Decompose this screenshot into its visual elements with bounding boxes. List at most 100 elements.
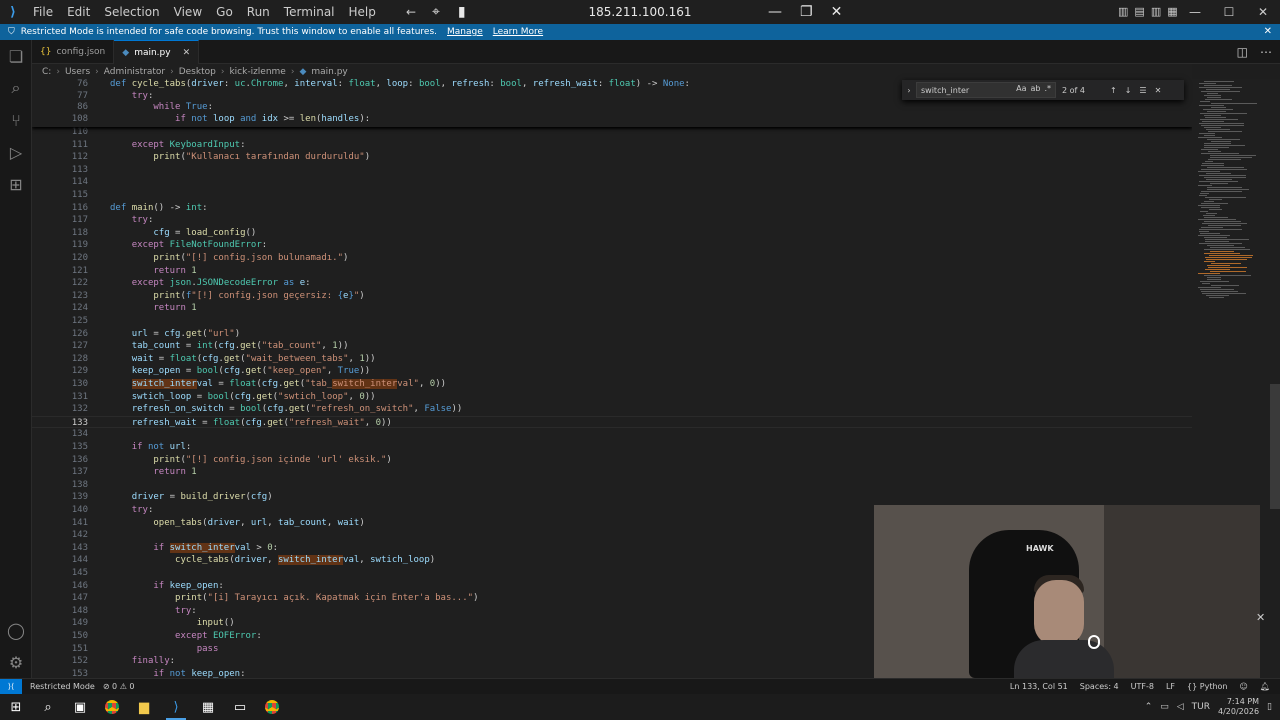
terminal-icon[interactable]: ▭ <box>224 694 256 720</box>
match-case-icon[interactable]: Aa <box>1016 84 1026 93</box>
toggle-panel-icon[interactable]: ▤ <box>1134 0 1144 24</box>
menu-run[interactable]: Run <box>240 0 277 24</box>
customize-layout-icon[interactable]: ▦ <box>1167 0 1177 24</box>
toggle-primary-sidebar-icon[interactable]: ▥ <box>1118 0 1128 24</box>
code-line[interactable]: 139 driver = build_driver(cfg) <box>32 491 1192 504</box>
explorer-icon[interactable]: ❏ <box>0 40 32 72</box>
close-find-icon[interactable]: ✕ <box>1155 86 1162 95</box>
notification-center-icon[interactable]: ▯ <box>1267 702 1272 712</box>
feedback-icon[interactable]: ☺ <box>1240 679 1248 695</box>
code-line[interactable]: 135 if not url: <box>32 441 1192 454</box>
menu-edit[interactable]: Edit <box>60 0 97 24</box>
code-line[interactable]: 112 print("Kullanacı tarafından durdurul… <box>32 151 1192 164</box>
next-match-icon[interactable]: ↓ <box>1125 86 1132 95</box>
previous-match-icon[interactable]: ↑ <box>1110 86 1117 95</box>
vertical-scrollbar[interactable] <box>1270 79 1280 678</box>
tab-config-json[interactable]: {} config.json <box>32 40 115 64</box>
breadcrumb-item[interactable]: Administrator <box>104 67 165 77</box>
manage-link[interactable]: Manage <box>447 27 483 37</box>
code-line[interactable]: 117 try: <box>32 214 1192 227</box>
more-actions-icon[interactable]: ⋯ <box>1260 40 1272 64</box>
windows-start-icon[interactable]: ⊞ <box>0 694 32 720</box>
code-line[interactable]: 129 keep_open = bool(cfg.get("keep_open"… <box>32 365 1192 378</box>
code-line[interactable]: 121 return 1 <box>32 265 1192 278</box>
close-icon[interactable]: ✕ <box>1246 0 1280 24</box>
file-explorer-icon[interactable]: ▆ <box>128 694 160 720</box>
tray-chevron-icon[interactable]: ⌃ <box>1145 702 1153 712</box>
language-mode[interactable]: {} Python <box>1187 679 1227 695</box>
code-line[interactable]: 118 cfg = load_config() <box>32 227 1192 240</box>
taskbar-search-icon[interactable]: ⌕ <box>32 694 64 720</box>
chrome-icon-2[interactable] <box>256 694 288 720</box>
code-line[interactable]: 138 <box>32 479 1192 492</box>
split-editor-icon[interactable]: ◫ <box>1237 40 1248 64</box>
code-line[interactable]: 131 swtich_loop = bool(cfg.get("swtich_l… <box>32 391 1192 404</box>
code-line[interactable]: 125 <box>32 315 1192 328</box>
rdp-close-icon[interactable]: ✕ <box>831 0 843 24</box>
code-line[interactable]: 110 <box>32 126 1192 139</box>
menu-terminal[interactable]: Terminal <box>277 0 342 24</box>
code-line[interactable]: 130 switch_interval = float(cfg.get("tab… <box>32 378 1192 391</box>
input-language[interactable]: TUR <box>1192 702 1210 712</box>
run-debug-icon[interactable]: ▷ <box>0 136 32 168</box>
code-line[interactable]: 137 return 1 <box>32 466 1192 479</box>
code-line[interactable]: 136 print("[!] config.json içinde 'url' … <box>32 454 1192 467</box>
find-in-selection-icon[interactable]: ☰ <box>1139 86 1146 95</box>
rdp-minimize-icon[interactable]: — <box>768 0 782 24</box>
toggle-replace-icon[interactable]: › <box>902 86 916 95</box>
account-icon[interactable]: ◯ <box>0 614 32 646</box>
remote-indicator-icon[interactable]: ⟩⟨ <box>0 678 22 695</box>
gear-icon[interactable]: ⚙ <box>0 646 32 678</box>
volume-icon[interactable]: ◁ <box>1177 702 1184 712</box>
network-icon[interactable]: ▭ <box>1160 702 1169 712</box>
encoding-status[interactable]: UTF-8 <box>1131 679 1154 695</box>
code-line[interactable]: 114 <box>32 176 1192 189</box>
code-line[interactable]: 134 <box>32 428 1192 441</box>
vscode-taskbar-icon[interactable]: ⟩ <box>160 694 192 720</box>
code-line[interactable]: 126 url = cfg.get("url") <box>32 328 1192 341</box>
code-line[interactable]: 132 refresh_on_switch = bool(cfg.get("re… <box>32 403 1192 416</box>
code-line[interactable]: 113 <box>32 164 1192 177</box>
code-line[interactable]: 119 except FileNotFoundError: <box>32 239 1192 252</box>
restricted-mode-status[interactable]: Restricted Mode <box>30 682 95 691</box>
breadcrumb-item[interactable]: main.py <box>311 67 347 77</box>
breadcrumb-item[interactable]: kick-izlenme <box>229 67 285 77</box>
sticky-line[interactable]: 86 while True: <box>32 102 1192 114</box>
chrome-icon[interactable] <box>96 694 128 720</box>
sticky-line[interactable]: 108 if not loop and idx >= len(handles): <box>32 114 1192 126</box>
code-line[interactable]: 128 wait = float(cfg.get("wait_between_t… <box>32 353 1192 366</box>
code-line[interactable]: 120 print("[!] config.json bulunamadı.") <box>32 252 1192 265</box>
eol-status[interactable]: LF <box>1166 679 1175 695</box>
code-line[interactable]: 123 print(f"[!] config.json geçersiz: {e… <box>32 290 1192 303</box>
menu-file[interactable]: File <box>26 0 60 24</box>
menu-help[interactable]: Help <box>342 0 383 24</box>
clock[interactable]: 7:14 PM 4/20/2026 <box>1218 697 1259 717</box>
breadcrumb-item[interactable]: Users <box>65 67 90 77</box>
unpin-icon[interactable]: ⌖ <box>432 0 440 24</box>
code-line[interactable]: 115 <box>32 189 1192 202</box>
code-line[interactable]: 124 return 1 <box>32 302 1192 315</box>
extensions-icon[interactable]: ⊞ <box>0 168 32 200</box>
use-regex-icon[interactable]: .* <box>1044 84 1051 93</box>
code-line[interactable]: 116 def main() -> int: <box>32 202 1192 215</box>
maximize-icon[interactable]: ☐ <box>1212 0 1246 24</box>
menu-selection[interactable]: Selection <box>97 0 166 24</box>
cursor-position[interactable]: Ln 133, Col 51 <box>1010 679 1068 695</box>
minimize-icon[interactable]: — <box>1178 0 1212 24</box>
search-icon[interactable]: ⌕ <box>0 72 32 104</box>
banner-close-icon[interactable]: ✕ <box>1264 24 1272 40</box>
rdp-restore-icon[interactable]: ❐ <box>800 0 813 24</box>
breadcrumb-item[interactable]: Desktop <box>179 67 216 77</box>
menu-view[interactable]: View <box>167 0 209 24</box>
learn-more-link[interactable]: Learn More <box>493 27 543 37</box>
notifications-bell-icon[interactable]: 🔔︎ <box>1260 679 1270 695</box>
breadcrumb-item[interactable]: C: <box>42 67 51 77</box>
task-view-icon[interactable]: ▣ <box>64 694 96 720</box>
tab-main-py[interactable]: ◆ main.py ✕ <box>114 40 200 64</box>
code-line[interactable]: 133 refresh_wait = float(cfg.get("refres… <box>32 415 1192 429</box>
toggle-secondary-sidebar-icon[interactable]: ▥ <box>1151 0 1161 24</box>
scrollbar-thumb[interactable] <box>1270 384 1280 509</box>
indentation-status[interactable]: Spaces: 4 <box>1080 679 1119 695</box>
code-line[interactable]: 122 except json.JSONDecodeError as e: <box>32 277 1192 290</box>
tab-close-icon[interactable]: ✕ <box>183 48 191 58</box>
